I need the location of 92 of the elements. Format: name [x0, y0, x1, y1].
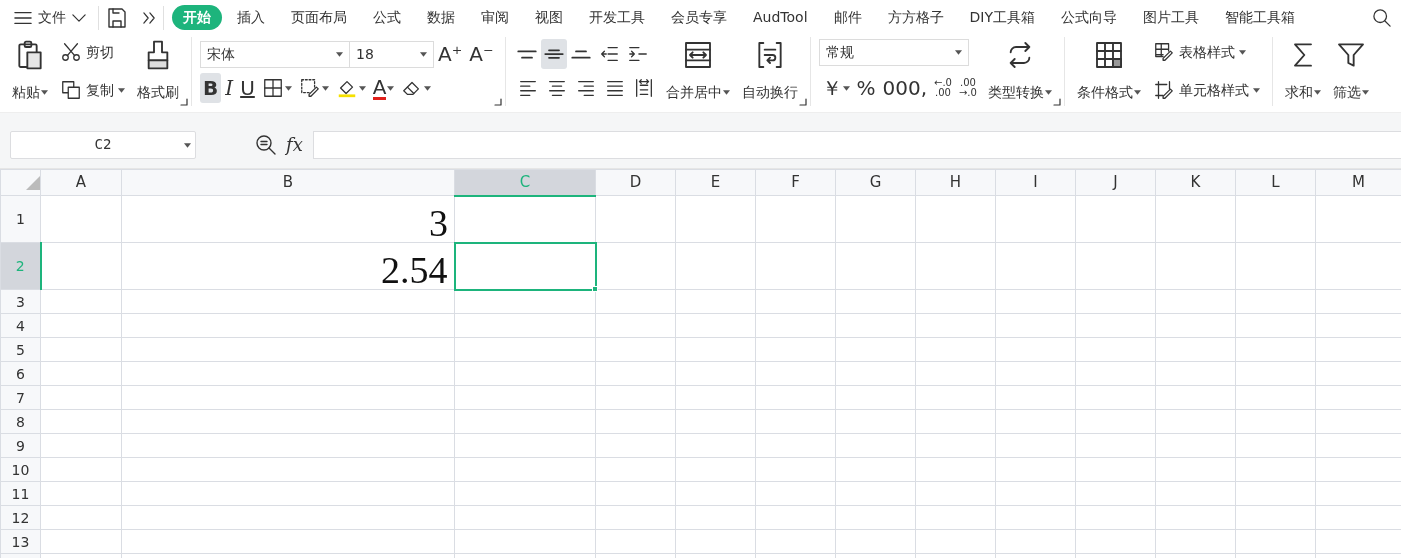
copy-icon: [60, 79, 82, 101]
column-header[interactable]: G: [835, 169, 916, 196]
ribbon-tab[interactable]: 图片工具: [1132, 5, 1210, 30]
align-bottom-icon: [570, 49, 591, 59]
ribbon-tab[interactable]: AudTool: [742, 5, 819, 30]
column-header[interactable]: J: [1075, 169, 1156, 196]
align-top-icon: [516, 49, 537, 59]
column-header[interactable]: L: [1235, 169, 1316, 196]
ribbon-button[interactable]: 表格样式: [1148, 39, 1250, 65]
ribbon-button[interactable]: 筛选: [1328, 37, 1373, 105]
column-header[interactable]: B: [121, 169, 455, 196]
column-header[interactable]: D: [595, 169, 676, 196]
caret-icon: [954, 50, 962, 55]
ribbon-tab[interactable]: 公式向导: [1050, 5, 1128, 30]
ribbon-tab[interactable]: 审阅: [470, 5, 520, 30]
row-header[interactable]: 9: [0, 433, 41, 458]
sheet-cell[interactable]: 3: [121, 195, 455, 243]
ribbon-button[interactable]: 类型转换: [983, 37, 1056, 105]
formula-input[interactable]: [312, 130, 1401, 159]
ribbon-tab[interactable]: 会员专享: [660, 5, 738, 30]
column-header[interactable]: M: [1315, 169, 1401, 196]
ribbon-button[interactable]: 剪切: [56, 39, 118, 65]
caret-icon: [420, 51, 427, 57]
ribbon-button[interactable]: 单元格样式: [1148, 77, 1264, 103]
ribbon-tab[interactable]: 页面布局: [280, 5, 358, 30]
toolbar-button[interactable]: %: [853, 73, 879, 103]
row-header[interactable]: 5: [0, 337, 41, 362]
save-icon: [107, 7, 127, 28]
ribbon-tab[interactable]: 公式: [362, 5, 412, 30]
dashed-box-icon: [298, 77, 321, 99]
toolbar-button[interactable]: ←.0 .00: [931, 73, 955, 103]
fill-handle[interactable]: [591, 285, 598, 292]
sheet-cell[interactable]: [454, 242, 596, 290]
column-header[interactable]: K: [1155, 169, 1236, 196]
toolbar-button[interactable]: .00 →.0: [955, 73, 980, 103]
name-box[interactable]: C2: [10, 130, 196, 159]
column-header[interactable]: E: [675, 169, 756, 196]
file-menu[interactable]: 文件: [10, 5, 90, 30]
cell-pencil-icon: [1152, 79, 1175, 101]
toolbar-button[interactable]: A⁺: [435, 39, 466, 69]
menu-icon: [14, 10, 32, 25]
ribbon-tab[interactable]: 方方格子: [876, 5, 955, 30]
row-header[interactable]: 3: [0, 289, 41, 314]
toolbar-button[interactable]: B: [200, 73, 222, 103]
ribbon-tab[interactable]: 开发工具: [578, 5, 656, 30]
toolbar-button[interactable]: A: [369, 73, 398, 103]
ribbon-button[interactable]: 复制: [56, 77, 129, 103]
row-header[interactable]: 4: [0, 313, 41, 338]
row-header[interactable]: 7: [0, 385, 41, 410]
table-pencil-icon: [1152, 41, 1175, 63]
ribbon-button[interactable]: 格式刷: [133, 37, 183, 105]
magnifier-icon: [256, 134, 276, 155]
column-header[interactable]: A: [40, 169, 122, 196]
ribbon-tab[interactable]: 邮件: [822, 5, 873, 30]
ribbon-tab[interactable]: DIY工具箱: [958, 5, 1046, 30]
ribbon-button[interactable]: 合并居中: [661, 37, 734, 105]
row-header[interactable]: 8: [0, 409, 41, 434]
search-icon: [1373, 8, 1391, 27]
border-grid-icon: [261, 77, 284, 99]
dropdown-field[interactable]: 18: [350, 40, 434, 68]
row-header[interactable]: 1: [0, 195, 41, 243]
toolbar-button[interactable]: 000,: [879, 73, 931, 103]
chevron-down-icon: [72, 13, 86, 22]
ribbon-tab[interactable]: 数据: [416, 5, 466, 30]
toolbar-button[interactable]: [540, 39, 567, 69]
row-header[interactable]: 13: [0, 529, 41, 554]
row-header[interactable]: 10: [0, 457, 41, 482]
toolbar-button[interactable]: I: [222, 73, 237, 103]
column-header[interactable]: H: [915, 169, 996, 196]
column-header[interactable]: I: [995, 169, 1076, 196]
ribbon-button[interactable]: 求和: [1280, 37, 1325, 105]
ribbon-button[interactable]: 条件格式: [1072, 37, 1145, 105]
toolbar-button[interactable]: U: [237, 73, 258, 103]
toolbar-button[interactable]: A⁻: [466, 39, 497, 69]
function-label[interactable]: fx: [286, 131, 303, 158]
scissors-icon: [60, 41, 82, 63]
ribbon-tab[interactable]: 视图: [524, 5, 574, 30]
ribbon-button[interactable]: 粘贴: [8, 37, 52, 105]
dropdown-field[interactable]: 宋体: [200, 40, 350, 68]
caret-icon: [336, 51, 343, 57]
caret-icon: [184, 142, 191, 148]
row-header[interactable]: 12: [0, 505, 41, 530]
ribbon-button[interactable]: 自动换行: [737, 37, 802, 105]
dropdown-field[interactable]: 常规: [818, 39, 969, 66]
more-icon: [143, 11, 155, 24]
align-middle-icon: [543, 49, 564, 59]
ribbon-tab[interactable]: 智能工具箱: [1214, 5, 1306, 30]
toolbar-button[interactable]: ￥: [818, 73, 853, 103]
row-header[interactable]: 11: [0, 481, 41, 506]
column-header[interactable]: F: [755, 169, 836, 196]
row-header[interactable]: 6: [0, 361, 41, 386]
ribbon-tab[interactable]: 插入: [226, 5, 276, 30]
